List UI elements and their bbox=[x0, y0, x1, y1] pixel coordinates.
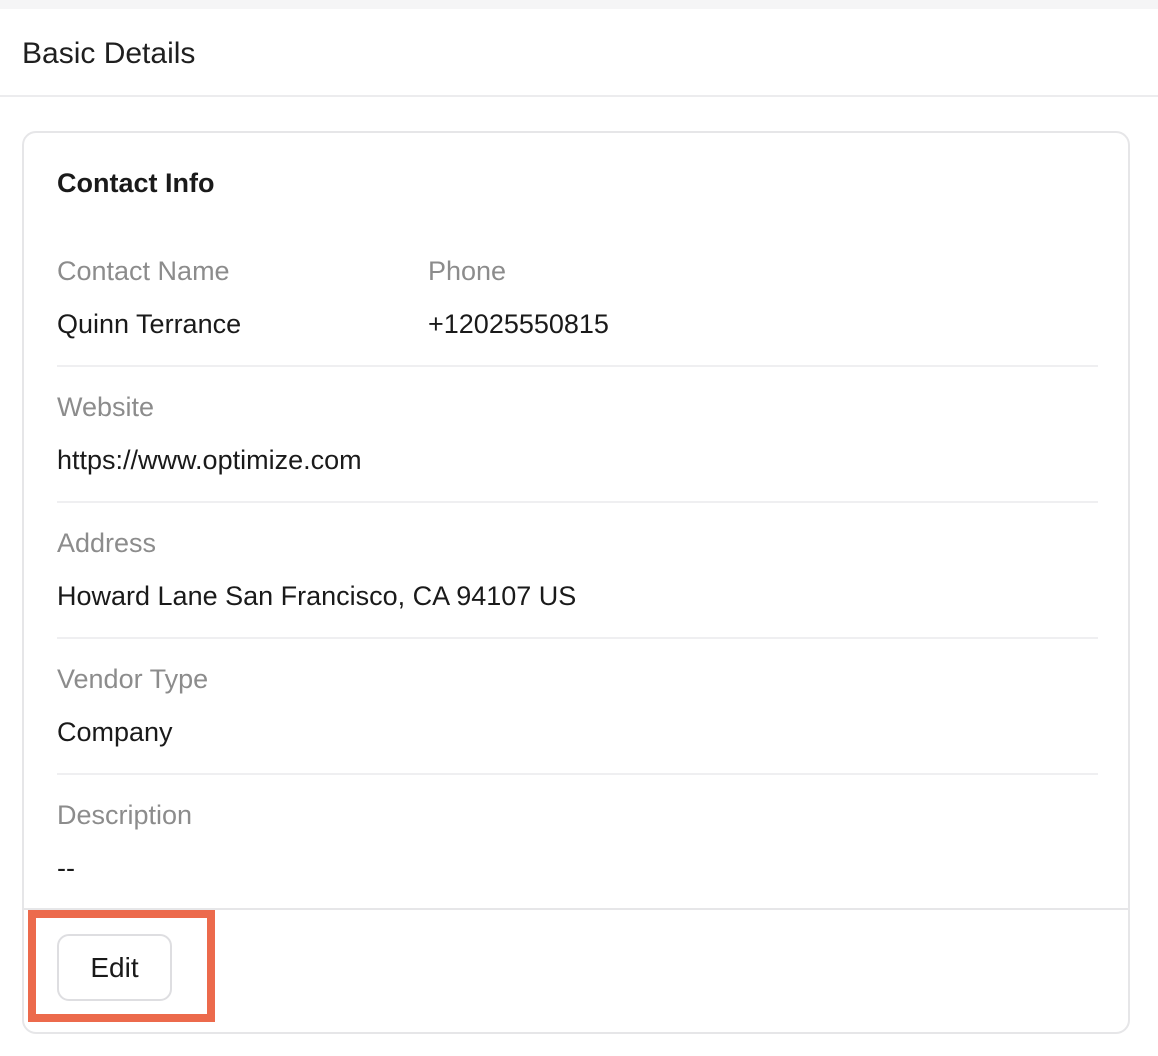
divider bbox=[57, 365, 1098, 367]
address-value: Howard Lane San Francisco, CA 94107 US bbox=[57, 581, 577, 611]
page-title: Basic Details bbox=[22, 37, 196, 70]
top-strip bbox=[0, 0, 1158, 9]
card-title: Contact Info bbox=[57, 168, 215, 198]
address-label: Address bbox=[57, 528, 157, 558]
phone-value: +12025550815 bbox=[428, 309, 609, 339]
contact-info-card: Contact Info Contact Name Quinn Terrance… bbox=[22, 131, 1130, 1034]
page-header: Basic Details bbox=[0, 9, 1158, 97]
contact-name-value: Quinn Terrance bbox=[57, 309, 242, 339]
website-label: Website bbox=[57, 392, 155, 422]
edit-button[interactable]: Edit bbox=[57, 934, 172, 1001]
divider bbox=[57, 501, 1098, 503]
divider bbox=[57, 637, 1098, 639]
vendor-type-label: Vendor Type bbox=[57, 664, 209, 694]
vendor-type-value: Company bbox=[57, 717, 173, 747]
description-label: Description bbox=[57, 800, 193, 830]
divider bbox=[57, 773, 1098, 775]
website-value: https://www.optimize.com bbox=[57, 445, 362, 475]
contact-name-label: Contact Name bbox=[57, 256, 230, 286]
description-value: -- bbox=[57, 853, 75, 883]
phone-label: Phone bbox=[428, 256, 507, 286]
